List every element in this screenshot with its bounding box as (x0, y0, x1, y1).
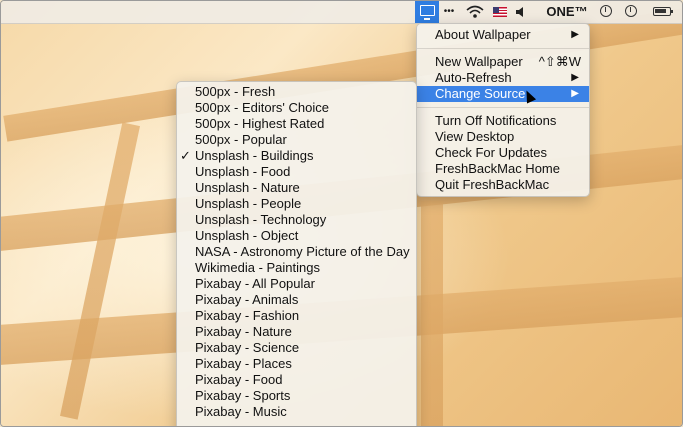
source-item[interactable]: Pixabay - Places (177, 356, 416, 372)
more-dots-icon[interactable]: ••• (439, 1, 459, 23)
source-item[interactable]: NASA - Astronomy Picture of the Day (177, 244, 416, 260)
checkmark-icon: ✓ (180, 148, 191, 163)
wifi-icon[interactable] (464, 1, 486, 23)
menu-separator (417, 48, 589, 49)
submenu-arrow-icon: ▶ (571, 72, 579, 83)
source-item[interactable]: Wikimedia - Paintings (177, 260, 416, 276)
source-item[interactable]: 500px - Highest Rated (177, 116, 416, 132)
menu-item-label: Auto-Refresh (435, 70, 512, 85)
screenshot-frame: ••• ONE™ About Wallpaper ▶ New Wallpaper… (0, 0, 683, 427)
menu-item-view-desktop[interactable]: View Desktop (417, 129, 589, 145)
volume-glyph (516, 7, 523, 17)
menu-item-label: Turn Off Notifications (435, 113, 557, 128)
menu-item-turn-off-notifications[interactable]: Turn Off Notifications (417, 113, 589, 129)
wifi-glyph (466, 5, 484, 18)
menu-item-label: Change Source (435, 86, 526, 101)
menu-item-label: Check For Updates (435, 145, 547, 160)
clock-icon[interactable] (625, 5, 637, 17)
source-item[interactable]: Pixabay - Nature (177, 324, 416, 340)
menu-item-about-wallpaper[interactable]: About Wallpaper ▶ (417, 27, 589, 43)
menu-item-new-wallpaper[interactable]: New Wallpaper ^⇧⌘W (417, 54, 589, 70)
menu-bar: ••• ONE™ (1, 1, 682, 24)
battery-icon[interactable] (653, 7, 673, 16)
source-item-label: Unsplash - Buildings (195, 148, 314, 163)
menu-item-label: FreshBackMac Home (435, 161, 560, 176)
source-item[interactable]: Pixabay - All Popular (177, 276, 416, 292)
wallpaper-beam (60, 122, 140, 420)
menu-separator (417, 107, 589, 108)
freshback-menubar-button[interactable] (415, 1, 439, 23)
wallpaper-beam (421, 201, 443, 426)
source-item[interactable]: Pixabay - Sports (177, 388, 416, 404)
source-item[interactable]: 500px - Fresh (177, 84, 416, 100)
source-item[interactable]: Pixabay - Food (177, 372, 416, 388)
menu-item-check-for-updates[interactable]: Check For Updates (417, 145, 589, 161)
source-item[interactable]: Unsplash - People (177, 196, 416, 212)
volume-icon[interactable] (513, 1, 529, 23)
menu-item-label: Quit FreshBackMac (435, 177, 550, 192)
menu-item-freshbackmac-home[interactable]: FreshBackMac Home (417, 161, 589, 177)
source-item[interactable]: Pixabay - Fashion (177, 308, 416, 324)
time-machine-icon[interactable] (600, 5, 612, 17)
menu-item-quit-freshbackmac[interactable]: Quit FreshBackMac (417, 177, 589, 193)
monitor-icon (419, 5, 435, 20)
menu-item-label: New Wallpaper (435, 54, 523, 69)
source-item[interactable]: Unsplash - Nature (177, 180, 416, 196)
source-item[interactable]: Pixabay - Science (177, 340, 416, 356)
menu-item-auto-refresh[interactable]: Auto-Refresh ▶ (417, 70, 589, 86)
submenu-arrow-icon: ▶ (571, 88, 579, 99)
source-item[interactable]: Pixabay - Animals (177, 292, 416, 308)
change-source-submenu: 500px - Fresh 500px - Editors' Choice 50… (176, 81, 417, 426)
menu-item-change-source[interactable]: Change Source ▶ (417, 86, 589, 102)
one-menu-label[interactable]: ONE™ (545, 1, 589, 23)
source-item[interactable]: 500px - Editors' Choice (177, 100, 416, 116)
source-item[interactable]: Unsplash - Object (177, 228, 416, 244)
source-item[interactable]: 500px - Popular (177, 132, 416, 148)
us-flag-icon[interactable] (493, 7, 507, 17)
source-item[interactable]: Unsplash - Food (177, 164, 416, 180)
keyboard-shortcut: ^⇧⌘W (538, 54, 581, 69)
submenu-arrow-icon: ▶ (571, 29, 579, 40)
source-item[interactable]: Unsplash - Technology (177, 212, 416, 228)
menu-item-label: View Desktop (435, 129, 515, 144)
source-item-selected[interactable]: ✓ Unsplash - Buildings (177, 148, 416, 164)
menu-item-label: About Wallpaper (435, 27, 531, 42)
freshback-main-menu: About Wallpaper ▶ New Wallpaper ^⇧⌘W Aut… (416, 23, 590, 197)
source-item[interactable]: Pixabay - Music (177, 404, 416, 420)
battery-level (655, 9, 666, 13)
